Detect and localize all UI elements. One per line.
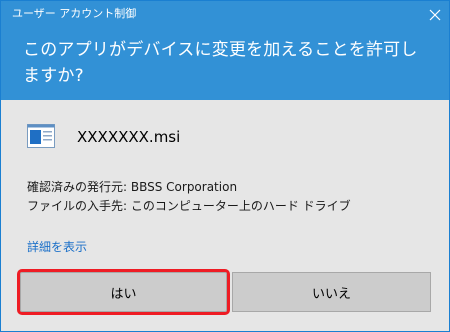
window-title: ユーザー アカウント制御: [12, 7, 137, 20]
show-details-link[interactable]: 詳細を表示: [27, 238, 87, 255]
close-icon: [429, 9, 441, 21]
close-button[interactable]: [429, 9, 441, 21]
file-row: XXXXXXX.msi: [27, 124, 427, 154]
permission-question: このアプリがデバイスに変更を加えることを許可しますか?: [23, 40, 418, 86]
uac-dialog: ユーザー アカウント制御 このアプリがデバイスに変更を加えることを許可しますか?…: [0, 0, 450, 332]
file-info: 確認済みの発行元: BBSS Corporation ファイルの入手先: このコ…: [27, 178, 351, 216]
msi-file-icon: [27, 124, 55, 148]
publisher-text: 確認済みの発行元: BBSS Corporation: [27, 180, 238, 194]
origin-text: ファイルの入手先: このコンピューター上のハード ドライブ: [27, 199, 351, 213]
dialog-header: ユーザー アカウント制御 このアプリがデバイスに変更を加えることを許可しますか?: [1, 1, 449, 100]
yes-button[interactable]: はい: [17, 269, 230, 315]
no-button[interactable]: いいえ: [232, 272, 431, 312]
file-name: XXXXXXX.msi: [77, 128, 181, 146]
